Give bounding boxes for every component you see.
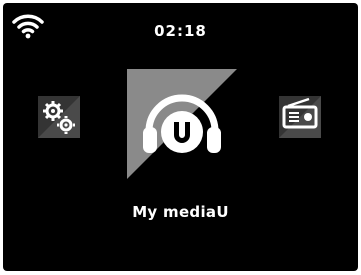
clock-time: 02:18 — [154, 22, 207, 40]
menu-item-radio[interactable] — [279, 96, 321, 138]
selected-menu-label: My mediaU — [132, 203, 229, 221]
gears-icon — [38, 96, 80, 138]
mediau-headphones-icon — [127, 69, 237, 179]
radio-icon — [279, 96, 321, 138]
menu-item-settings[interactable] — [38, 96, 80, 138]
menu-item-my-mediau[interactable] — [127, 69, 237, 179]
device-screen: 02:18 My mediaU — [3, 3, 358, 271]
